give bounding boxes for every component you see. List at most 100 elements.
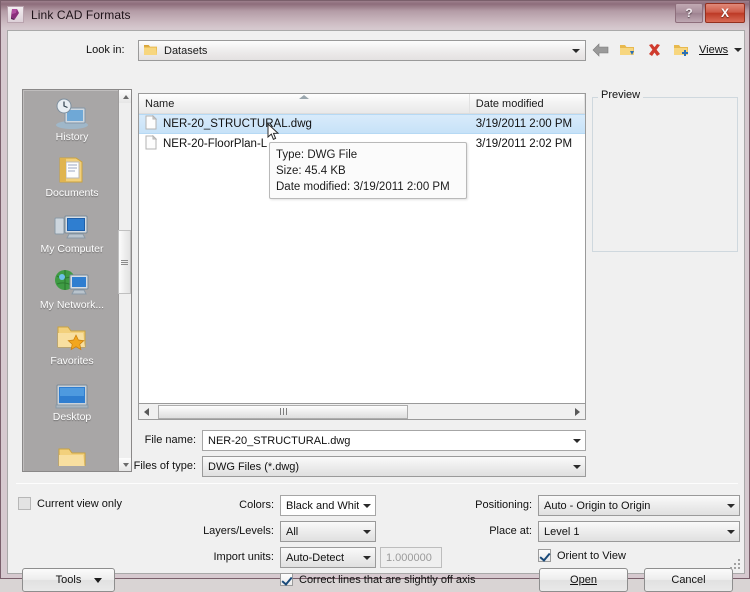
cancel-button[interactable]: Cancel — [644, 568, 733, 592]
folder-icon — [143, 43, 158, 59]
chevron-down-icon[interactable] — [363, 555, 371, 560]
help-button[interactable]: ? — [675, 3, 703, 23]
file-name-value: NER-20_STRUCTURAL.dwg — [208, 434, 351, 447]
import-units-combo[interactable]: Auto-Detect — [280, 547, 376, 568]
place-at-value: Level 1 — [544, 525, 580, 538]
sidebar-item-history[interactable]: History — [23, 90, 121, 146]
checkbox-box — [538, 549, 551, 562]
file-date-cell: 3/19/2011 2:02 PM — [475, 138, 573, 150]
colors-combo[interactable]: Black and Whit — [280, 495, 376, 516]
file-name-input[interactable]: NER-20_STRUCTURAL.dwg — [202, 430, 586, 451]
scroll-up-button[interactable] — [119, 90, 131, 103]
up-folder-icon[interactable] — [618, 41, 637, 60]
checkbox-box — [280, 573, 293, 586]
file-name-text: NER-20-FloorPlan-L — [163, 138, 268, 150]
sidebar-item-label: Documents — [45, 187, 99, 199]
scroll-left-button[interactable] — [139, 405, 154, 419]
views-button[interactable]: Views — [699, 44, 743, 56]
current-view-only-label: Current view only — [37, 497, 122, 510]
places-scroll-thumb[interactable] — [118, 230, 131, 294]
resize-grip-icon[interactable] — [730, 559, 742, 571]
triangle-up-icon — [122, 94, 129, 99]
sidebar-item-my-computer[interactable]: My Computer — [23, 202, 121, 258]
sidebar-item-label: Desktop — [52, 411, 92, 423]
chevron-down-icon — [571, 48, 580, 53]
tools-button[interactable]: Tools — [22, 568, 115, 592]
look-in-label: Look in: — [86, 44, 125, 56]
sidebar-item-favorites[interactable]: Favorites — [23, 314, 121, 370]
sort-ascending-icon — [298, 95, 309, 99]
scroll-right-button[interactable] — [570, 405, 585, 419]
chevron-down-icon[interactable] — [573, 438, 581, 443]
tooltip-type: Type: DWG File — [276, 149, 358, 161]
revit-link-icon — [7, 6, 24, 23]
orient-to-view-checkbox[interactable]: Orient to View — [538, 549, 626, 562]
table-row[interactable]: NER-20_STRUCTURAL.dwg 3/19/2011 2:00 PM — [139, 114, 585, 134]
places-sidebar[interactable]: History Documents My Computer My Network… — [22, 89, 132, 472]
chevron-down-icon[interactable] — [727, 529, 735, 534]
current-view-only-checkbox[interactable]: Current view only — [18, 497, 122, 510]
layers-levels-combo[interactable]: All — [280, 521, 376, 542]
column-header-date[interactable]: Date modified — [470, 94, 585, 113]
desktop-icon — [54, 374, 90, 410]
tooltip-size: Size: 45.4 KB — [276, 165, 346, 177]
new-folder-icon[interactable] — [672, 41, 691, 60]
favorites-star-folder-icon — [55, 318, 89, 354]
files-of-type-value: DWG Files (*.dwg) — [208, 460, 300, 473]
delete-x-icon[interactable] — [645, 41, 664, 60]
computer-icon — [53, 206, 91, 242]
chevron-down-icon[interactable] — [573, 464, 581, 469]
back-arrow-icon[interactable] — [591, 41, 610, 60]
sidebar-item-label: Favorites — [50, 355, 94, 367]
correct-lines-checkbox[interactable]: Correct lines that are slightly off axis — [280, 573, 475, 586]
triangle-right-icon — [575, 407, 580, 416]
files-of-type-label: Files of type: — [133, 460, 196, 472]
file-tooltip: Type: DWG File Size: 45.4 KB Date modifi… — [269, 142, 467, 199]
positioning-value: Auto - Origin to Origin — [544, 499, 651, 512]
views-label: Views — [699, 44, 729, 56]
column-header-name[interactable]: Name — [139, 94, 470, 113]
close-button[interactable]: X — [705, 3, 745, 23]
layers-levels-value: All — [286, 525, 299, 538]
preview-legend: Preview — [598, 89, 644, 101]
hscroll-track[interactable] — [154, 404, 570, 419]
hscroll-thumb[interactable] — [158, 404, 408, 419]
colors-value: Black and Whit — [286, 499, 360, 512]
dialog-client-area: Look in: Datasets Views History Document… — [7, 30, 745, 592]
folder-icon — [56, 430, 88, 466]
documents-folder-icon — [56, 150, 88, 186]
navigation-toolbar: Views — [591, 39, 743, 61]
chevron-down-icon — [734, 48, 743, 52]
grip-icon — [121, 259, 128, 266]
chevron-down-icon[interactable] — [363, 503, 371, 508]
chevron-down-icon[interactable] — [363, 529, 371, 534]
grip-icon — [279, 408, 287, 415]
sidebar-item-desktop[interactable]: Desktop — [23, 370, 121, 426]
file-list-hscrollbar[interactable] — [138, 404, 586, 420]
look-in-value: Datasets — [164, 44, 208, 57]
divider — [16, 483, 738, 484]
look-in-dropdown-arrow[interactable] — [567, 42, 584, 59]
place-at-combo[interactable]: Level 1 — [538, 521, 740, 542]
layers-levels-label: Layers/Levels: — [203, 525, 274, 537]
file-list[interactable]: Name Date modified NER-20_STRUCTURAL.dwg — [138, 93, 586, 404]
sidebar-item-partial-folder[interactable] — [23, 426, 121, 466]
column-header-name-label: Name — [145, 97, 175, 110]
place-at-label: Place at: — [489, 525, 532, 537]
column-header-date-label: Date modified — [475, 97, 544, 110]
file-name-label: File name: — [144, 434, 196, 446]
history-icon — [53, 94, 91, 130]
title-bar: Link CAD Formats ? X — [1, 1, 749, 28]
file-date-cell: 3/19/2011 2:00 PM — [475, 118, 573, 130]
look-in-combo[interactable]: Datasets — [138, 40, 586, 61]
chevron-down-icon[interactable] — [727, 503, 735, 508]
link-cad-formats-dialog: Link CAD Formats ? X Look in: Datasets V… — [0, 0, 750, 592]
open-button[interactable]: Open — [539, 568, 628, 592]
import-units-label: Import units: — [213, 551, 274, 563]
colors-label: Colors: — [239, 499, 274, 511]
positioning-combo[interactable]: Auto - Origin to Origin — [538, 495, 740, 516]
files-of-type-combo[interactable]: DWG Files (*.dwg) — [202, 456, 586, 477]
tools-label: Tools — [55, 574, 82, 586]
sidebar-item-my-network[interactable]: My Network... — [23, 258, 121, 314]
sidebar-item-documents[interactable]: Documents — [23, 146, 121, 202]
